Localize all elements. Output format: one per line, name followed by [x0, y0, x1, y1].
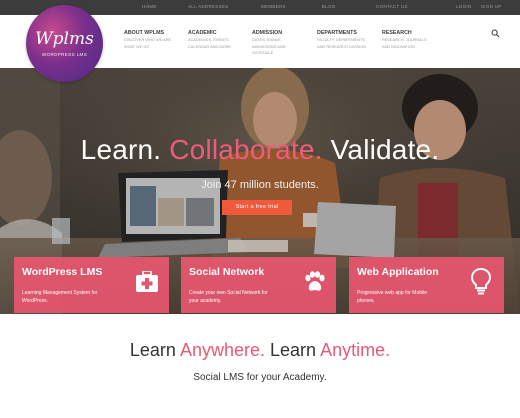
feature-card-wordpress-lms[interactable]: WordPress LMS Learning Management System…: [14, 257, 169, 313]
topbar-link-members[interactable]: MEMBERS: [261, 4, 286, 9]
nav-academic-desc-2: CALENDAR AND MORE: [188, 43, 232, 49]
topbar-link-contact-us[interactable]: CONTACT US: [376, 4, 408, 9]
headline-part2: Learn: [270, 340, 317, 360]
start-free-trial-button[interactable]: Start a free trial: [222, 200, 292, 215]
lightbulb-icon: [470, 267, 492, 295]
nav-departments-desc-2: AND RESEARCH DIVISION: [317, 43, 367, 49]
nav-academic-title: ACADEMIC: [188, 30, 217, 36]
nav-academic[interactable]: ACADEMIC ACADEMICS, EVENTS CALENDAR AND …: [188, 30, 231, 49]
topbar-link-all-addresses[interactable]: ALL ADDRESSES: [188, 4, 229, 9]
nav-research[interactable]: RESEARCH RESEARCH, JOURNALS AND INNOVATI…: [382, 30, 427, 49]
login-link[interactable]: LOGIN: [456, 4, 472, 9]
topbar-link-blog[interactable]: BLOG: [322, 4, 336, 9]
card-description: Learning Management System for WordPress…: [22, 289, 97, 305]
hero-subtitle: Join 47 million students.: [201, 179, 319, 191]
nav-admission-title: ADMISSION: [252, 30, 283, 36]
nav-about-title: ABOUT WPLMS: [124, 30, 165, 36]
nav-about-desc-1: DISCOVER WHO WE ARE: [124, 37, 172, 42]
hero-title: Learn. Collaborate. Validate.: [0, 134, 520, 166]
card-title: WordPress LMS: [22, 266, 103, 278]
search-icon[interactable]: [491, 29, 500, 38]
hero-title-accent: Collaborate.: [169, 134, 323, 165]
nav-research-title: RESEARCH: [382, 30, 412, 36]
nav-admission-desc-1: DATES, EXAMS: [252, 37, 281, 42]
section-headline: Learn Anywhere. Learn Anytime.: [0, 340, 520, 361]
nav-departments-title: DEPARTMENTS: [317, 30, 357, 36]
card-description-line-1: Progressive web app for Mobile: [357, 290, 428, 296]
nav-admission-desc-3: SCHEDULE: [252, 50, 274, 55]
feature-card-social-network[interactable]: Social Network Create your own Social Ne…: [181, 257, 336, 313]
headline-accent2: Anytime.: [320, 340, 391, 360]
feature-card-web-application[interactable]: Web Application Progressive web app for …: [349, 257, 504, 313]
nav-about-desc-2: WHAT WE DO: [124, 43, 150, 49]
nav-about[interactable]: ABOUT WPLMS DISCOVER WHO WE ARE WHAT WE …: [124, 30, 171, 49]
card-title: Web Application: [357, 266, 439, 278]
card-description-line-1: Create your own Social Network for: [189, 290, 268, 296]
card-title: Social Network: [189, 266, 265, 278]
logo-tagline: WORDPRESS LMS: [41, 52, 88, 57]
headline-part1: Learn: [129, 340, 176, 360]
nav-departments-desc-1: FACULTY, DEPARTMENTS: [317, 37, 365, 42]
card-description-line-1: Learning Management System for: [22, 290, 98, 296]
topbar-link-home[interactable]: HOME: [142, 4, 157, 9]
card-description: Progressive web app for Mobile phones.: [357, 289, 427, 305]
card-description: Create your own Social Network for your …: [189, 289, 268, 305]
nav-academic-desc-1: ACADEMICS, EVENTS: [188, 37, 229, 42]
nav-admission[interactable]: ADMISSION DATES, EXAMS ADMISSIONS AND SC…: [252, 30, 286, 56]
nav-research-desc-1: RESEARCH, JOURNALS: [382, 37, 427, 42]
section-subline: Social LMS for your Academy.: [193, 372, 327, 383]
signup-link[interactable]: SIGN UP: [481, 4, 502, 9]
card-description-line-2: WordPress.: [22, 298, 49, 304]
site-logo[interactable]: Wplms WORDPRESS LMS: [26, 5, 103, 82]
nav-research-desc-2: AND INNOVATION: [382, 43, 415, 49]
nav-admission-desc-2: ADMISSIONS AND: [252, 43, 286, 49]
paw-icon: [305, 271, 325, 291]
card-description-line-2: phones.: [357, 298, 375, 304]
logo-brand: Wplms: [35, 29, 94, 49]
headline-accent1: Anywhere.: [179, 340, 265, 360]
hero-title-part2: Validate.: [330, 134, 440, 165]
medical-kit-icon: [136, 271, 158, 292]
card-description-line-2: your academy.: [189, 298, 222, 304]
nav-departments[interactable]: DEPARTMENTS FACULTY, DEPARTMENTS AND RES…: [317, 30, 366, 49]
hero-title-part1: Learn.: [80, 134, 162, 165]
